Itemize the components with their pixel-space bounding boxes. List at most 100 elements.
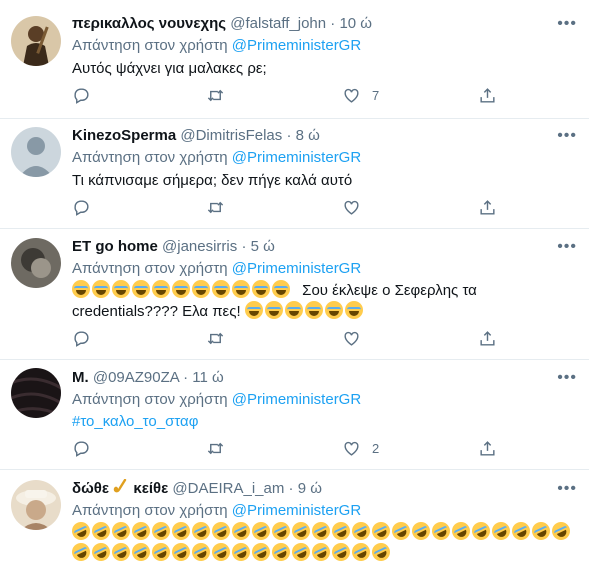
avatar[interactable] [11,127,61,177]
share-button[interactable] [478,86,497,105]
share-button[interactable] [478,329,497,348]
author-name[interactable]: δώθε [72,480,109,497]
reply-icon [74,441,89,457]
timestamp[interactable]: 10 ώ [339,15,372,32]
rofl-emoji-icon [289,519,313,543]
rofl-emoji-icon [289,540,313,564]
rofl-emoji-icon [69,519,93,543]
rofl-emoji-icon [109,540,133,564]
saxophone-emoji-icon [113,478,127,493]
rofl-emoji-icon [189,540,213,564]
avatar[interactable] [11,16,61,66]
retweet-icon [207,89,224,102]
rofl-emoji-icon [169,540,193,564]
tears-of-joy-emoji-icon [244,301,263,319]
more-icon[interactable]: ••• [557,128,577,144]
tweet[interactable]: M. @09AZ90ZA · 11 ώ ••• Απάντηση στον χρ… [0,359,589,470]
author-name[interactable]: ET go home [72,238,158,255]
reply-prefix: Απάντηση στον χρήστη [72,37,228,54]
rofl-emoji-icon [89,540,113,564]
rofl-emoji-icon [469,519,493,543]
rofl-emoji-icon [449,519,473,543]
rofl-emoji-icon [329,540,353,564]
rofl-emoji-icon [149,540,173,564]
more-icon[interactable]: ••• [557,16,577,32]
author-handle[interactable]: @falstaff_john [230,15,326,32]
tweet-feed: περικαλλος νουνεχης @falstaff_john · 10 … [0,0,589,575]
tears-of-joy-emoji-icon [284,301,303,319]
author-handle[interactable]: @DAEIRA_i_am [172,480,284,497]
avatar[interactable] [11,238,61,288]
rofl-emoji-icon [509,519,533,543]
more-icon[interactable]: ••• [557,370,577,386]
reply-context: Απάντηση στον χρήστη @PrimeministerGR [72,501,361,521]
rofl-emoji-icon [209,519,233,543]
avatar[interactable] [11,368,61,418]
laughing-emoji-row [244,301,365,320]
reply-prefix: Απάντηση στον χρήστη [72,149,228,166]
author-handle[interactable]: @janesirris [162,238,237,255]
share-icon [480,88,495,103]
reply-mention[interactable]: @PrimeministerGR [232,391,361,408]
rofl-emoji-icon [209,540,233,564]
reply-context: Απάντηση στον χρήστη @PrimeministerGR [72,36,361,56]
like-button[interactable]: 7 [342,86,379,105]
action-bar [72,198,502,218]
retweet-button[interactable] [206,198,225,217]
rofl-emoji-icon [189,519,213,543]
separator-dot: · [183,369,189,386]
reply-prefix: Απάντηση στον χρήστη [72,391,228,408]
share-button[interactable] [478,198,497,217]
hashtag-link[interactable]: #το_καλο_το_σταφ [72,413,198,430]
tweet[interactable]: KinezoSperma @DimitrisFelas · 8 ώ ••• Απ… [0,118,589,229]
like-button[interactable]: 2 [342,439,379,458]
more-icon[interactable]: ••• [557,239,577,255]
separator-dot: · [288,480,294,497]
rofl-emoji-icon [169,519,193,543]
like-button[interactable] [342,329,361,348]
reply-icon [74,331,89,347]
reply-button[interactable] [72,329,91,348]
share-button[interactable] [478,439,497,458]
rofl-emoji-icon [309,519,333,543]
reply-button[interactable] [72,198,91,217]
author-handle[interactable]: @09AZ90ZA [93,369,179,386]
author-name[interactable]: περικαλλος νουνεχης [72,15,226,32]
share-icon [480,331,495,346]
retweet-button[interactable] [206,439,225,458]
author-name-suffix[interactable]: κείθε [133,480,168,497]
timestamp[interactable]: 5 ώ [251,238,275,255]
reply-mention[interactable]: @PrimeministerGR [232,502,361,519]
author-handle[interactable]: @DimitrisFelas [180,127,282,144]
rofl-emoji-row [69,519,573,543]
reply-button[interactable] [72,439,91,458]
more-icon[interactable]: ••• [557,481,577,497]
retweet-icon [207,332,224,345]
rofl-emoji-icon [69,540,93,564]
rofl-emoji-icon [429,519,453,543]
retweet-button[interactable] [206,329,225,348]
tweet[interactable]: δώθε κείθε @DAEIRA_i_am · 9 ώ ••• Απάντη… [0,469,589,575]
reply-button[interactable] [72,86,91,105]
reply-mention[interactable]: @PrimeministerGR [232,260,361,277]
timestamp[interactable]: 8 ώ [296,127,320,144]
action-bar [72,329,502,349]
author-name[interactable]: M. [72,369,89,386]
reply-mention[interactable]: @PrimeministerGR [232,37,361,54]
author-name[interactable]: KinezoSperma [72,127,176,144]
tweet[interactable]: περικαλλος νουνεχης @falstaff_john · 10 … [0,0,589,119]
avatar[interactable] [11,480,61,530]
timestamp[interactable]: 11 ώ [192,369,223,386]
tweet-text: Σου έκλεψε ο Σεφερλης τα credentials????… [72,280,572,322]
reply-prefix: Απάντηση στον χρήστη [72,502,228,519]
reply-mention[interactable]: @PrimeministerGR [232,149,361,166]
like-count: 7 [372,88,380,103]
tweet-header: M. @09AZ90ZA · 11 ώ [72,368,224,388]
retweet-button[interactable] [206,86,225,105]
tweet-text-line: credentials???? Ελα πες! [72,301,572,322]
like-button[interactable] [342,198,361,217]
tweet-text: #το_καλο_το_σταφ [72,411,572,432]
tweet[interactable]: ET go home @janesirris · 5 ώ ••• Απάντησ… [0,228,589,360]
share-icon [480,441,495,456]
timestamp[interactable]: 9 ώ [298,480,322,497]
